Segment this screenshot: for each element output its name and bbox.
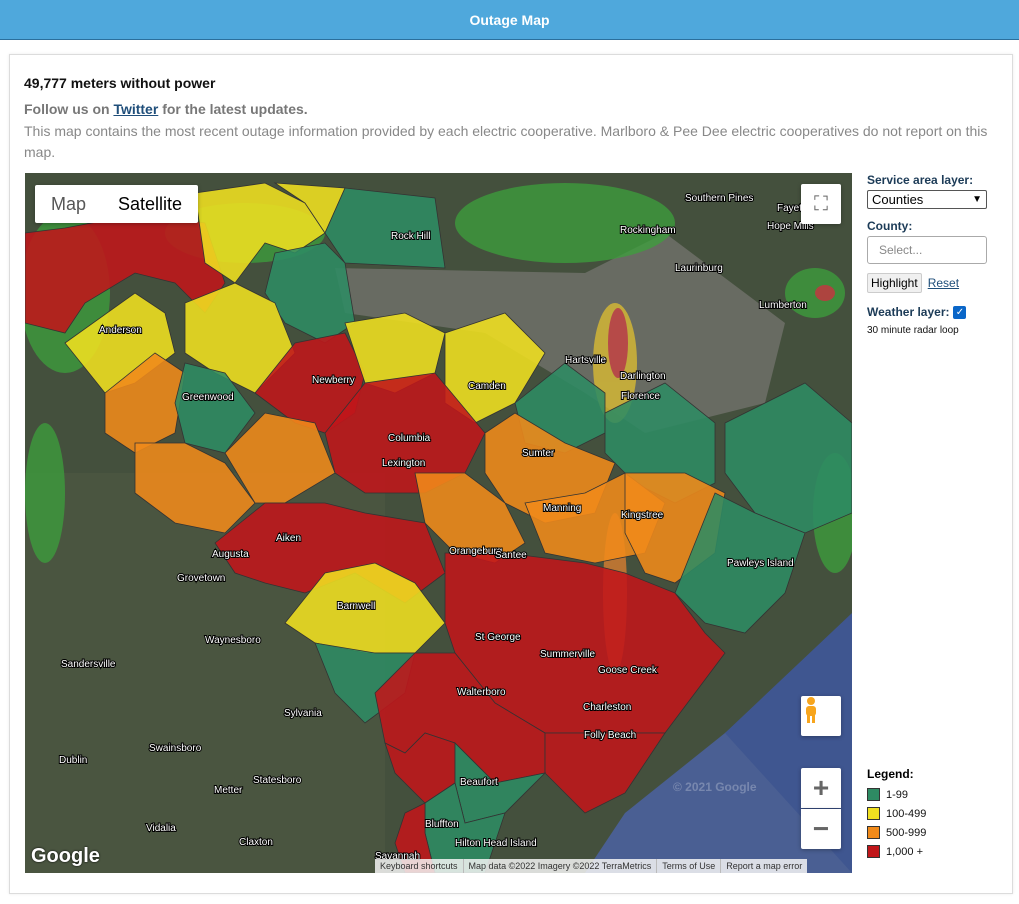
reset-link[interactable]: Reset — [928, 276, 959, 290]
map-type-map-button[interactable]: Map — [35, 185, 102, 223]
map-type-control: Map Satellite — [35, 185, 199, 223]
legend-swatch — [867, 788, 880, 801]
svg-text:Laurinburg: Laurinburg — [675, 263, 723, 274]
svg-text:Darlington: Darlington — [620, 371, 666, 382]
svg-text:Sandersville: Sandersville — [61, 659, 116, 670]
legend-label: 1-99 — [886, 788, 909, 801]
svg-text:Pawleys Island: Pawleys Island — [727, 558, 794, 569]
weather-layer-label: Weather layer: — [867, 305, 950, 319]
service-area-value: Counties — [872, 192, 924, 207]
map-data-credit: Map data ©2022 Imagery ©2022 TerraMetric… — [462, 859, 657, 873]
zoom-in-button[interactable]: + — [801, 768, 841, 808]
svg-text:Newberry: Newberry — [312, 375, 355, 386]
svg-text:Greenwood: Greenwood — [182, 392, 234, 403]
legend-item: 500-999 — [867, 823, 926, 842]
svg-text:Aiken: Aiken — [276, 533, 301, 544]
svg-text:Florence: Florence — [621, 391, 660, 402]
plus-icon: + — [812, 772, 830, 803]
svg-text:Summerville: Summerville — [540, 649, 595, 660]
svg-text:Walterboro: Walterboro — [457, 687, 506, 698]
page-header: Outage Map — [0, 0, 1019, 40]
svg-text:Dublin: Dublin — [59, 755, 87, 766]
fullscreen-icon: ⛶ — [814, 192, 828, 215]
svg-text:Vidalia: Vidalia — [146, 823, 176, 834]
legend-label: 1,000 + — [886, 845, 924, 858]
report-map-error-link[interactable]: Report a map error — [720, 859, 807, 873]
svg-text:Waynesboro: Waynesboro — [205, 635, 261, 646]
page-title: Outage Map — [469, 12, 550, 28]
radar-note: 30 minute radar loop — [867, 325, 959, 336]
svg-text:Augusta: Augusta — [212, 549, 249, 560]
svg-text:Metter: Metter — [214, 785, 243, 796]
svg-text:Kingstree: Kingstree — [621, 510, 664, 521]
legend-item: 1-99 — [867, 785, 926, 804]
legend-label: 100-499 — [886, 807, 927, 820]
svg-text:Santee: Santee — [495, 550, 527, 561]
weather-layer-row: Weather layer: ✓ — [867, 305, 1012, 319]
meters-without-power: 49,777 meters without power — [24, 75, 216, 91]
service-area-label: Service area layer: — [867, 173, 974, 187]
service-area-select[interactable]: Counties ▼ — [867, 190, 987, 209]
follow-prefix: Follow us on — [24, 101, 110, 117]
legend-item: 100-499 — [867, 804, 926, 823]
follow-suffix: for the latest updates. — [162, 101, 308, 117]
map-canvas[interactable]: Rock Hill Southern Pines Fayetteville Ro… — [25, 173, 852, 873]
legend-label: 500-999 — [886, 826, 927, 839]
legend-swatch — [867, 807, 880, 820]
svg-text:Grovetown: Grovetown — [177, 573, 225, 584]
follow-line: Follow us on Twitter for the latest upda… — [24, 101, 308, 117]
county-label: County: — [867, 219, 913, 233]
pegman-icon — [806, 697, 816, 723]
street-view-button[interactable] — [801, 696, 841, 736]
legend-item: 1,000 + — [867, 842, 926, 861]
map-controls-sidebar: Service area layer: Counties ▼ County: S… — [867, 173, 1012, 336]
keyboard-shortcuts-link[interactable]: Keyboard shortcuts — [375, 859, 463, 873]
svg-text:Claxton: Claxton — [239, 837, 273, 848]
svg-text:Camden: Camden — [468, 381, 506, 392]
legend: Legend: 1-99 100-499 500-999 1,000 + — [867, 767, 926, 861]
svg-text:Southern Pines: Southern Pines — [685, 193, 753, 204]
svg-text:St George: St George — [475, 632, 521, 643]
map-watermark: © 2021 Google — [673, 780, 757, 794]
chevron-down-icon: ▼ — [972, 194, 982, 205]
svg-text:Lumberton: Lumberton — [759, 300, 807, 311]
svg-text:Rock Hill: Rock Hill — [391, 231, 430, 242]
svg-text:Barnwell: Barnwell — [337, 601, 375, 612]
weather-layer-checkbox[interactable]: ✓ — [953, 305, 967, 319]
outage-map[interactable]: Rock Hill Southern Pines Fayetteville Ro… — [25, 173, 852, 873]
svg-text:Swainsboro: Swainsboro — [149, 743, 202, 754]
legend-title: Legend: — [867, 767, 914, 781]
minus-icon: − — [812, 813, 830, 844]
svg-text:Goose Creek: Goose Creek — [598, 665, 658, 676]
map-type-satellite-button[interactable]: Satellite — [102, 185, 198, 223]
fullscreen-button[interactable]: ⛶ — [801, 184, 841, 224]
google-logo: Google — [31, 845, 100, 867]
svg-text:Statesboro: Statesboro — [253, 775, 302, 786]
outage-panel: 49,777 meters without power Follow us on… — [9, 54, 1013, 894]
terms-of-use-link[interactable]: Terms of Use — [656, 859, 720, 873]
map-attribution: Keyboard shortcuts Map data ©2022 Imager… — [375, 859, 808, 873]
svg-text:Sylvania: Sylvania — [284, 708, 322, 719]
legend-swatch — [867, 845, 880, 858]
svg-text:Charleston: Charleston — [583, 702, 631, 713]
highlight-row: Highlight Reset — [867, 273, 1012, 293]
svg-text:Rockingham: Rockingham — [620, 225, 676, 236]
county-green[interactable] — [324, 187, 446, 269]
svg-text:Lexington: Lexington — [382, 458, 425, 469]
map-description: This map contains the most recent outage… — [24, 123, 988, 160]
svg-text:Folly Beach: Folly Beach — [584, 730, 636, 741]
highlight-button[interactable]: Highlight — [867, 273, 922, 293]
svg-text:Hilton Head Island: Hilton Head Island — [455, 838, 537, 849]
svg-text:Bluffton: Bluffton — [425, 819, 459, 830]
svg-text:Manning: Manning — [543, 503, 581, 514]
legend-swatch — [867, 826, 880, 839]
svg-text:Sumter: Sumter — [522, 448, 555, 459]
svg-text:Anderson: Anderson — [99, 325, 142, 336]
svg-text:Columbia: Columbia — [388, 433, 431, 444]
svg-text:Hartsville: Hartsville — [565, 355, 607, 366]
county-select-input[interactable]: Select... — [867, 236, 987, 264]
zoom-out-button[interactable]: − — [801, 809, 841, 849]
svg-text:Beaufort: Beaufort — [460, 777, 498, 788]
twitter-link[interactable]: Twitter — [113, 101, 158, 117]
